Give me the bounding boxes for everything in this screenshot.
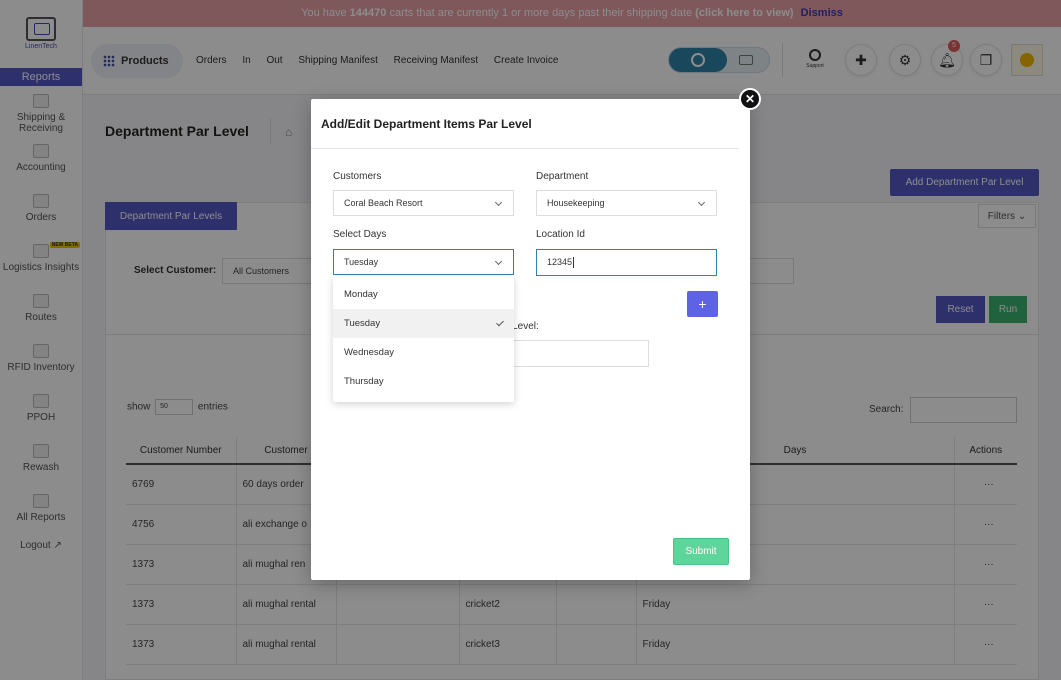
- modal-title: Add/Edit Department Items Par Level: [321, 117, 532, 131]
- edit-par-level-modal: Add/Edit Department Items Par Level Cust…: [311, 99, 750, 580]
- department-select-value: Housekeeping: [547, 198, 605, 208]
- chevron-down-icon: [494, 198, 503, 207]
- par-level-input[interactable]: [501, 340, 649, 367]
- day-option-tuesday[interactable]: Tuesday: [333, 309, 514, 338]
- day-option-label: Tuesday: [344, 318, 381, 329]
- department-select[interactable]: Housekeeping: [536, 190, 717, 216]
- day-option-wednesday[interactable]: Wednesday: [333, 338, 514, 367]
- day-option-thursday[interactable]: Thursday: [333, 367, 514, 396]
- checkmark-icon: [496, 318, 504, 327]
- close-icon[interactable]: ✕: [739, 88, 761, 110]
- text-caret: [573, 257, 575, 269]
- add-row-button[interactable]: +: [687, 291, 718, 317]
- location-id-value: 12345: [547, 257, 573, 267]
- chevron-down-icon: [697, 198, 706, 207]
- customers-label: Customers: [333, 171, 382, 182]
- select-days-select[interactable]: Tuesday: [333, 249, 514, 275]
- day-option-label: Wednesday: [344, 347, 394, 358]
- day-option-label: Thursday: [344, 376, 384, 387]
- location-id-input[interactable]: 12345: [536, 249, 717, 276]
- location-id-label: Location Id: [536, 229, 585, 240]
- day-option-monday[interactable]: Monday: [333, 280, 514, 309]
- customers-select[interactable]: Coral Beach Resort: [333, 190, 514, 216]
- chevron-down-icon: [494, 257, 503, 266]
- select-days-value: Tuesday: [344, 257, 379, 267]
- customers-select-value: Coral Beach Resort: [344, 198, 423, 208]
- select-days-label: Select Days: [333, 229, 387, 240]
- days-dropdown-menu: Monday Tuesday Wednesday Thursday: [333, 276, 514, 402]
- submit-button[interactable]: Submit: [673, 538, 729, 565]
- modal-divider: [311, 148, 739, 149]
- department-label: Department: [536, 171, 589, 182]
- day-option-label: Monday: [344, 289, 378, 300]
